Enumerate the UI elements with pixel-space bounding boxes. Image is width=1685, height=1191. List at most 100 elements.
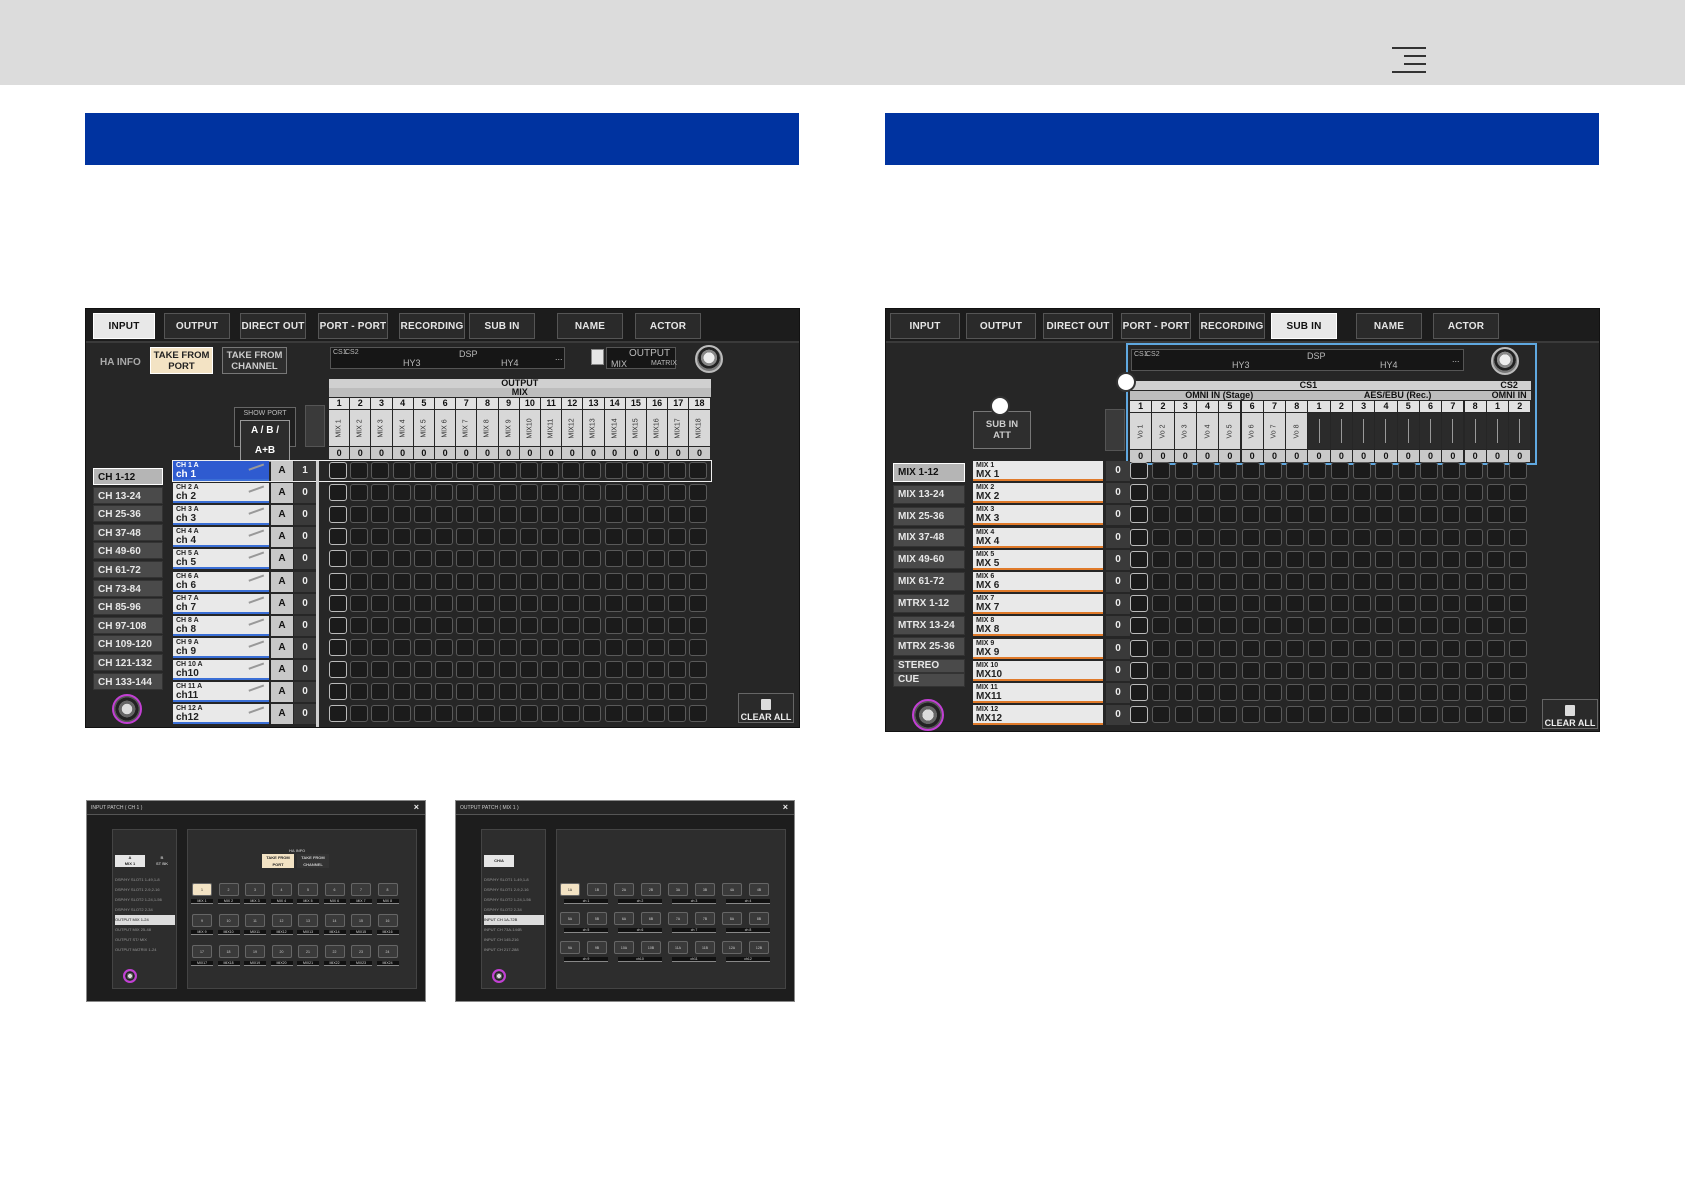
tab-port-port[interactable]: PORT - PORT bbox=[1121, 313, 1191, 339]
close-icon[interactable]: × bbox=[414, 802, 419, 812]
patch-cell[interactable] bbox=[1152, 661, 1171, 679]
patch-cell[interactable] bbox=[329, 484, 347, 502]
patch-cell[interactable] bbox=[371, 550, 390, 568]
patch-cell[interactable] bbox=[668, 638, 687, 656]
patch-cell[interactable] bbox=[1130, 684, 1148, 701]
patch-cell[interactable] bbox=[1174, 550, 1193, 568]
patch-cell[interactable] bbox=[1219, 684, 1238, 701]
patch-cell[interactable] bbox=[647, 705, 665, 723]
group-ch-49-60[interactable]: CH 49-60 bbox=[93, 542, 163, 560]
patch-cell[interactable] bbox=[329, 616, 347, 634]
ab-cell[interactable]: A bbox=[271, 637, 293, 658]
patch-cell[interactable] bbox=[562, 638, 581, 656]
patch-cell[interactable] bbox=[413, 683, 432, 700]
group-mtrx-1-12[interactable]: MTRX 1-12 bbox=[893, 593, 965, 613]
patch-cell[interactable] bbox=[689, 528, 708, 546]
close-icon[interactable]: × bbox=[783, 802, 788, 812]
patch-cell[interactable] bbox=[1397, 484, 1416, 502]
patch-cell[interactable] bbox=[413, 550, 432, 568]
patch-cell[interactable] bbox=[604, 705, 623, 723]
patch-cell[interactable] bbox=[1241, 684, 1260, 701]
patch-cell[interactable] bbox=[1353, 550, 1371, 568]
patch-cell[interactable] bbox=[1130, 484, 1148, 502]
patch-cell[interactable] bbox=[519, 550, 538, 568]
ab-cell[interactable]: A bbox=[271, 571, 293, 592]
popup-list-item[interactable]: INPUT CH 73A-144B bbox=[484, 925, 544, 935]
patch-cell[interactable] bbox=[519, 528, 538, 546]
patch-cell[interactable] bbox=[583, 660, 602, 678]
patch-cell[interactable] bbox=[1464, 573, 1483, 590]
patch-cell[interactable] bbox=[1263, 639, 1282, 657]
channel-name-cell[interactable]: MIX 10 MX10 bbox=[973, 660, 1103, 681]
patch-cell[interactable] bbox=[1509, 506, 1528, 524]
patch-cell[interactable] bbox=[1130, 639, 1148, 657]
patch-cell[interactable] bbox=[1330, 684, 1349, 701]
patch-cell[interactable] bbox=[1375, 706, 1394, 724]
ab-cell[interactable]: A bbox=[271, 682, 293, 702]
patch-cell[interactable] bbox=[1419, 462, 1438, 479]
group-ch-1-12[interactable]: CH 1-12 bbox=[93, 468, 163, 485]
patch-cell[interactable] bbox=[329, 660, 347, 678]
patch-cell[interactable] bbox=[329, 528, 347, 546]
channel-name-cell[interactable]: MIX 9 MX 9 bbox=[973, 638, 1103, 659]
channel-name-cell[interactable]: MIX 11 MX11 bbox=[973, 683, 1103, 703]
patch-cell[interactable] bbox=[668, 594, 687, 612]
patch-cell[interactable] bbox=[689, 616, 708, 634]
patch-cell[interactable] bbox=[1219, 550, 1238, 568]
patch-cell[interactable] bbox=[1330, 706, 1349, 724]
column-sort-button[interactable] bbox=[305, 405, 325, 447]
popup-patch-button[interactable]: 2B bbox=[641, 883, 661, 896]
patch-cell[interactable] bbox=[583, 638, 602, 656]
popup-list-item[interactable]: DSP/HY SLOT2 1-24,1-56 bbox=[115, 895, 175, 905]
popup-patch-button[interactable]: 8 bbox=[377, 883, 398, 896]
patch-cell[interactable] bbox=[1219, 639, 1238, 657]
patch-cell[interactable] bbox=[1397, 595, 1416, 613]
patch-cell[interactable] bbox=[1442, 484, 1461, 502]
group-ch-61-72[interactable]: CH 61-72 bbox=[93, 561, 163, 578]
patch-cell[interactable] bbox=[668, 705, 687, 723]
patch-cell[interactable] bbox=[498, 484, 517, 502]
patch-cell[interactable] bbox=[1174, 573, 1193, 590]
group-mix-49-60[interactable]: MIX 49-60 bbox=[893, 550, 965, 570]
patch-cell[interactable] bbox=[625, 528, 644, 546]
patch-cell[interactable] bbox=[413, 616, 432, 634]
patch-cell[interactable] bbox=[1419, 528, 1438, 546]
patch-cell[interactable] bbox=[413, 638, 432, 656]
patch-cell[interactable] bbox=[583, 572, 602, 590]
column-sort-button[interactable] bbox=[1105, 409, 1125, 451]
patch-cell[interactable] bbox=[1286, 661, 1305, 679]
patch-cell[interactable] bbox=[1308, 639, 1327, 657]
patch-cell[interactable] bbox=[625, 506, 644, 524]
patch-cell[interactable] bbox=[647, 506, 665, 524]
patch-cell[interactable] bbox=[456, 660, 475, 678]
patch-cell[interactable] bbox=[1308, 484, 1327, 502]
patch-cell[interactable] bbox=[435, 528, 453, 546]
popup-tab-b[interactable]: B ST BK bbox=[149, 855, 175, 867]
patch-cell[interactable] bbox=[1219, 617, 1238, 635]
patch-cell[interactable] bbox=[519, 572, 538, 590]
patch-cell[interactable] bbox=[371, 572, 390, 590]
patch-cell[interactable] bbox=[1241, 462, 1260, 479]
patch-cell[interactable] bbox=[1464, 661, 1483, 679]
popup-list-item[interactable]: INPUT CH 1A-72B bbox=[484, 915, 544, 925]
tab-port-port[interactable]: PORT - PORT bbox=[318, 313, 388, 339]
popup-list-item[interactable]: OUTPUT MIX 25-48 bbox=[115, 925, 175, 935]
patch-cell[interactable] bbox=[477, 683, 496, 700]
channel-name-cell[interactable]: CH 12 Ach12 bbox=[173, 704, 269, 725]
patch-cell[interactable] bbox=[1196, 528, 1215, 546]
patch-cell[interactable] bbox=[625, 683, 644, 700]
patch-cell[interactable] bbox=[604, 528, 623, 546]
patch-cell[interactable] bbox=[413, 572, 432, 590]
patch-cell[interactable] bbox=[350, 638, 369, 656]
patch-cell[interactable] bbox=[498, 638, 517, 656]
patch-cell[interactable] bbox=[1241, 550, 1260, 568]
channel-name-cell[interactable]: CH 5 Ach 5 bbox=[173, 549, 269, 570]
patch-cell[interactable] bbox=[604, 506, 623, 524]
patch-cell[interactable] bbox=[1308, 528, 1327, 546]
patch-cell[interactable] bbox=[456, 683, 475, 700]
patch-cell[interactable] bbox=[562, 660, 581, 678]
patch-cell[interactable] bbox=[1330, 550, 1349, 568]
patch-cell[interactable] bbox=[1196, 506, 1215, 524]
patch-cell[interactable] bbox=[1263, 506, 1282, 524]
patch-cell[interactable] bbox=[1286, 639, 1305, 657]
